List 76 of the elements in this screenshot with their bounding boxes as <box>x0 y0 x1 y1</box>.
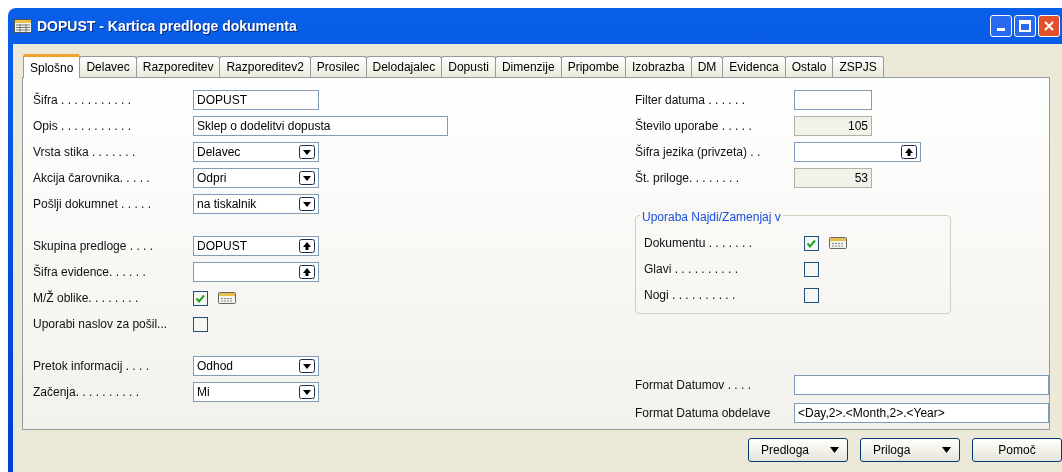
field-label: Filter datuma . . . . . . <box>635 92 747 109</box>
input-field[interactable] <box>794 90 872 110</box>
field-label: Šifra jezika (privzeta) . . <box>635 143 762 161</box>
dropdown-button[interactable] <box>299 171 315 185</box>
menu-button[interactable]: Priloga <box>860 438 960 462</box>
tab[interactable]: Dopusti <box>441 56 496 77</box>
field-label: Dokumentu . . . . . . . <box>644 235 754 252</box>
field-label: Format Datumov . . . . <box>635 377 753 394</box>
window-title: DOPUST - Kartica predloge dokumenta <box>37 16 297 36</box>
lookup-field[interactable]: DOPUST <box>193 236 319 256</box>
dropdown-field[interactable]: Delavec <box>193 142 319 162</box>
dropdown-button[interactable] <box>299 359 315 373</box>
checkbox[interactable] <box>804 287 819 303</box>
checkbox[interactable] <box>804 235 819 251</box>
field-label: Akcija čarovnika. . . . . <box>33 170 151 187</box>
tab[interactable]: Dimenzije <box>494 56 562 77</box>
tab[interactable]: Prosilec <box>309 56 367 77</box>
tab[interactable]: Evidenca <box>722 56 786 77</box>
field-label: Glavi . . . . . . . . . . <box>644 261 740 278</box>
tab[interactable]: Razporeditev <box>135 56 221 77</box>
field-label: Začenja. . . . . . . . . . <box>33 384 141 401</box>
tab[interactable]: ZSPJS <box>832 56 884 77</box>
dropdown-field[interactable]: Odhod <box>193 356 319 376</box>
field-label: Šifra . . . . . . . . . . . <box>33 91 133 109</box>
field-label: Uporabi naslov za pošil... <box>33 316 169 333</box>
input-field[interactable]: 53 <box>794 168 872 188</box>
menu-button[interactable]: Predloga <box>748 438 848 462</box>
minimize-button[interactable] <box>990 15 1012 37</box>
minimize-icon <box>997 28 1005 31</box>
lookup-field[interactable] <box>794 142 921 162</box>
tab[interactable]: Ostalo <box>784 56 834 77</box>
input-field[interactable]: <Day,2>.<Month,2>.<Year> <box>794 403 1049 423</box>
checkbox[interactable] <box>193 290 208 306</box>
field-label: Skupina predloge . . . . <box>33 238 155 255</box>
group-title: Uporaba Najdi/Zamenjaj v <box>640 208 783 226</box>
lookup-button[interactable] <box>299 265 315 279</box>
tab[interactable]: Delodajalec <box>365 56 443 77</box>
tab[interactable]: Razporeditev2 <box>219 56 311 77</box>
input-field[interactable]: DOPUST <box>193 90 319 110</box>
field-label: Št. priloge. . . . . . . . <box>635 169 741 187</box>
field-label: Nogi . . . . . . . . . . <box>644 287 737 304</box>
close-icon <box>1043 20 1055 32</box>
table-icon <box>14 19 32 33</box>
dropdown-button[interactable] <box>299 145 315 159</box>
assist-edit-icon[interactable] <box>829 237 847 249</box>
lookup-button[interactable] <box>299 239 315 253</box>
dropdown-button[interactable] <box>299 385 315 399</box>
dropdown-button[interactable] <box>299 197 315 211</box>
input-field[interactable]: 105 <box>794 116 872 136</box>
lookup-field[interactable] <box>193 262 319 282</box>
dropdown-field[interactable]: Mi <box>193 382 319 402</box>
dropdown-field[interactable]: na tiskalnik <box>193 194 319 214</box>
field-label: Pošlji dokumnet . . . . . <box>33 196 153 213</box>
checkbox[interactable] <box>804 261 819 277</box>
assist-edit-icon[interactable] <box>218 292 236 304</box>
tab[interactable]: Delavec <box>79 56 137 77</box>
field-label: Pretok informacij . . . . <box>33 358 151 375</box>
field-label: Število uporabe . . . . . <box>635 117 753 135</box>
checkbox[interactable] <box>193 316 208 332</box>
field-label: Opis . . . . . . . . . . . <box>33 118 133 135</box>
help-button[interactable]: Pomoč <box>972 438 1062 462</box>
maximize-icon <box>1019 20 1031 32</box>
field-label: Format Datuma obdelave <box>635 405 772 422</box>
field-label: Šifra evidence. . . . . . <box>33 263 147 281</box>
dropdown-field[interactable]: Odpri <box>193 168 319 188</box>
tab[interactable]: Pripombe <box>560 56 626 77</box>
field-label: M/Ž oblike. . . . . . . . <box>33 289 140 307</box>
input-field[interactable]: Sklep o dodelitvi dopusta <box>193 116 448 136</box>
field-label: Vrsta stika . . . . . . . <box>33 144 137 161</box>
tab[interactable]: DM <box>690 56 724 77</box>
close-button[interactable] <box>1038 15 1060 37</box>
lookup-button[interactable] <box>901 145 917 159</box>
tab[interactable]: Izobrazba <box>625 56 692 77</box>
maximize-button[interactable] <box>1014 15 1036 37</box>
tab[interactable]: Splošno <box>23 54 81 78</box>
input-field[interactable] <box>794 375 1049 395</box>
